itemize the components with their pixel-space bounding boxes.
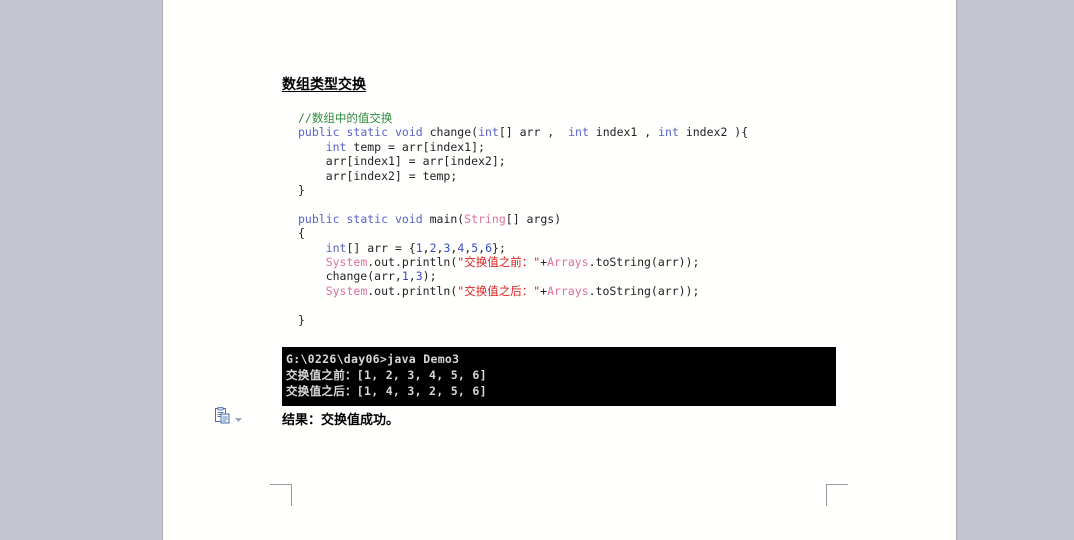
- code-token: }: [298, 183, 305, 198]
- code-token: 2: [429, 240, 437, 255]
- corner-mark-horizontal: [270, 484, 292, 485]
- code-line: System.out.println("交换值之前："+Arrays.toStr…: [298, 255, 748, 269]
- code-token: "交换值之前：": [457, 255, 541, 270]
- chevron-down-icon[interactable]: [234, 411, 243, 422]
- code-token: }: [298, 312, 305, 327]
- margin-corner-mark-left: [270, 484, 292, 506]
- code-token: int: [568, 125, 589, 140]
- code-token: //数组中的值交换: [298, 111, 393, 125]
- corner-mark-horizontal: [826, 484, 848, 485]
- code-token: };: [492, 240, 506, 255]
- code-token: static: [346, 125, 389, 140]
- paste-options-smart-tag[interactable]: [214, 405, 250, 425]
- code-token: ,: [422, 240, 430, 255]
- code-token: int: [478, 125, 499, 140]
- code-line: //数组中的值交换: [298, 111, 748, 125]
- code-token: String: [464, 211, 506, 226]
- code-token: change(arr,: [298, 269, 402, 284]
- code-token: int: [658, 125, 679, 140]
- code-line: int temp = arr[index1];: [298, 140, 748, 154]
- code-token: void: [394, 125, 423, 140]
- document-page: 数组类型交换 //数组中的值交换 public static void chang…: [163, 0, 956, 540]
- code-token: System: [325, 283, 368, 298]
- corner-mark-vertical: [291, 484, 292, 506]
- console-output-text: G:\0226\day06>java Demo3 交换值之前：[1, 2, 3, …: [282, 347, 836, 399]
- code-token: 1: [401, 269, 409, 284]
- console-output-screenshot: G:\0226\day06>java Demo3 交换值之前：[1, 2, 3, …: [282, 347, 836, 406]
- code-token: 1: [415, 240, 423, 255]
- word-document-viewer: 数组类型交换 //数组中的值交换 public static void chang…: [0, 0, 1074, 540]
- code-token: 3: [415, 269, 423, 284]
- result-caption: 结果：交换值成功。: [282, 413, 400, 428]
- code-line: {: [298, 226, 748, 240]
- code-token: );: [422, 269, 437, 284]
- code-line: int[] arr = {1,2,3,4,5,6};: [298, 241, 748, 255]
- code-line: }: [298, 183, 748, 197]
- code-line: arr[index1] = arr[index2];: [298, 154, 748, 168]
- code-token: index1 ,: [588, 125, 659, 140]
- code-line: public static void change(int[] arr , in…: [298, 125, 748, 139]
- code-token: [] args): [505, 211, 562, 226]
- console-line: G:\0226\day06>java Demo3: [286, 352, 460, 366]
- code-token: temp = arr[index1];: [346, 139, 485, 154]
- code-token: void: [394, 211, 423, 226]
- code-token: main(: [422, 211, 465, 226]
- code-token: {: [298, 226, 305, 241]
- console-line: 交换值之前：[1, 2, 3, 4, 5, 6]: [286, 368, 487, 382]
- code-token: System: [325, 255, 368, 270]
- code-token: Arrays: [547, 255, 589, 270]
- console-line: 交换值之后：[1, 4, 3, 2, 5, 6]: [286, 384, 487, 398]
- code-token: .out.println(: [367, 283, 458, 298]
- code-token: public: [298, 125, 340, 140]
- code-token: .toString(arr));: [588, 255, 700, 270]
- code-token: .out.println(: [367, 255, 458, 270]
- code-token: ,: [408, 269, 416, 284]
- code-block: //数组中的值交换 public static void change(int[]…: [298, 111, 748, 327]
- code-token: Arrays: [547, 283, 589, 298]
- code-line: change(arr,1,3);: [298, 269, 748, 283]
- code-token: "交换值之后：": [457, 283, 541, 298]
- code-line: }: [298, 313, 748, 327]
- code-token: int: [325, 139, 347, 154]
- code-token: public: [298, 211, 340, 226]
- code-line: System.out.println("交换值之后："+Arrays.toStr…: [298, 284, 748, 298]
- code-token: int: [325, 240, 347, 255]
- code-token: .toString(arr));: [588, 283, 700, 298]
- code-line: public static void main(String[] args): [298, 212, 748, 226]
- code-token: index2 ){: [678, 125, 749, 140]
- code-line: arr[index2] = temp;: [298, 169, 748, 183]
- code-token: arr[index2] = temp;: [298, 168, 458, 183]
- corner-mark-vertical: [826, 484, 827, 506]
- code-token: arr[index1] = arr[index2];: [298, 154, 506, 169]
- paste-options-icon[interactable]: [214, 406, 231, 424]
- code-token: [] arr ,: [498, 125, 569, 140]
- code-token: [] arr = {: [346, 240, 416, 255]
- page-title: 数组类型交换: [282, 77, 366, 93]
- margin-corner-mark-right: [826, 484, 848, 506]
- code-token: change(: [422, 125, 479, 140]
- code-token: static: [346, 211, 389, 226]
- code-token: 6: [485, 240, 493, 255]
